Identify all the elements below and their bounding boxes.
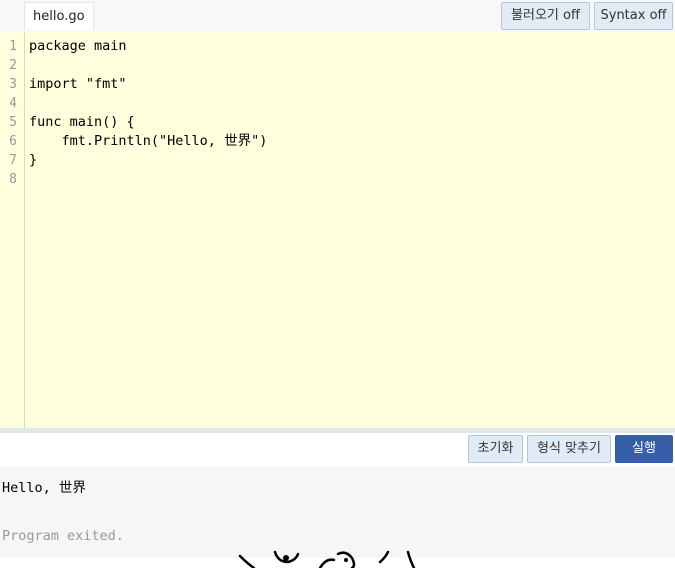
line-number: 4 <box>9 96 17 111</box>
line-number: 3 <box>9 77 17 92</box>
line-number: 8 <box>9 172 17 187</box>
controls-bar: 초기화 형식 맞추기 실행 <box>0 433 675 464</box>
line-number: 2 <box>9 58 17 73</box>
output-panel: Hello, 世界 Program exited. <box>0 466 675 558</box>
import-toggle-button[interactable]: 불러오기 off <box>501 2 590 30</box>
line-number: 6 <box>9 134 17 149</box>
file-tab-hello-go[interactable]: hello.go <box>24 2 94 30</box>
code-editor[interactable]: 1 2 3 4 5 6 7 8 package main import "fmt… <box>0 32 675 428</box>
gopher-mascot-icon <box>238 550 416 568</box>
syntax-toggle-button[interactable]: Syntax off <box>594 2 673 30</box>
line-number-gutter: 1 2 3 4 5 6 7 8 <box>0 32 25 428</box>
code-line[interactable]: } <box>29 151 37 170</box>
top-bar: hello.go 불러오기 off Syntax off <box>0 0 675 32</box>
line-number: 5 <box>9 115 17 130</box>
reset-button[interactable]: 초기화 <box>468 435 523 463</box>
line-number: 7 <box>9 153 17 168</box>
format-button[interactable]: 형식 맞추기 <box>527 435 611 463</box>
code-line[interactable]: fmt.Println("Hello, 世界") <box>29 132 268 151</box>
code-line[interactable]: package main <box>29 37 127 56</box>
line-number: 1 <box>9 39 17 54</box>
output-stdout: Hello, 世界 <box>2 480 86 496</box>
code-line[interactable]: func main() { <box>29 113 135 132</box>
code-line[interactable]: import "fmt" <box>29 75 127 94</box>
output-system-message: Program exited. <box>2 528 124 544</box>
run-button[interactable]: 실행 <box>615 435 673 463</box>
